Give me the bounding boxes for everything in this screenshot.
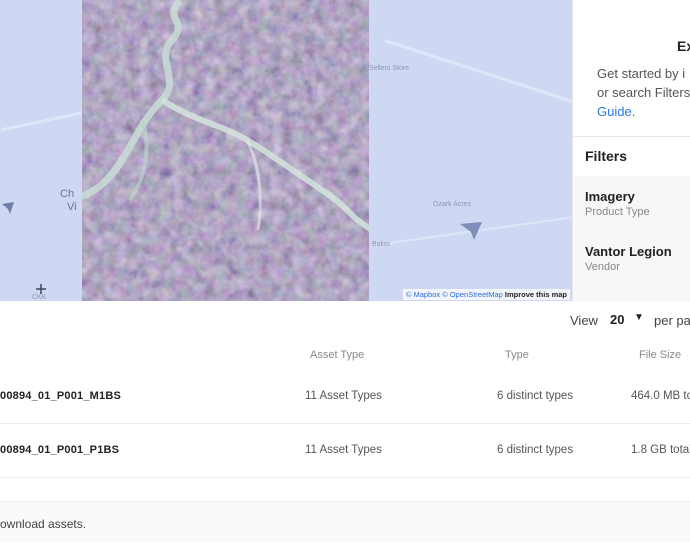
column-header-type[interactable]: Type	[505, 349, 529, 361]
description-line: or search Filters	[597, 85, 690, 100]
map-label: Vi	[67, 201, 77, 213]
caret-down-icon[interactable]: ▼	[634, 312, 644, 323]
asset-type-count: 11 Asset Types	[305, 444, 382, 456]
table-header: Asset Type Type File Size	[0, 341, 690, 372]
view-label: View	[570, 313, 598, 328]
map-label: Sellers Store	[369, 65, 410, 72]
filter-name: Imagery	[585, 189, 635, 204]
asset-type-count: 11 Asset Types	[305, 390, 382, 402]
footer-bar: ownload assets.	[0, 501, 690, 543]
file-size: 464.0 MB to	[631, 390, 690, 402]
description-line: Get started by i	[597, 66, 686, 81]
map-label: Ch	[60, 188, 75, 200]
panel-description: Get started by i or search Filters Guide…	[597, 64, 690, 121]
map-arrow-icon	[2, 202, 14, 214]
guide-link[interactable]: Guide	[597, 104, 632, 119]
file-size: 1.8 GB total	[631, 444, 690, 456]
map-attribution: © Mapbox © OpenStreetMap Improve this ma…	[402, 289, 570, 300]
map-road	[384, 39, 572, 104]
map-label: Baker	[372, 241, 391, 248]
airport-icon	[36, 284, 46, 294]
table-row[interactable]: 00894_01_P001_M1BS 11 Asset Types 6 dist…	[0, 371, 690, 424]
asset-name[interactable]: 00894_01_P001_M1BS	[0, 390, 121, 402]
type-count: 6 distinct types	[497, 444, 574, 456]
map-arrow-icon	[460, 222, 482, 240]
filter-category: Product Type	[585, 206, 650, 218]
panel-title: Ex	[677, 38, 690, 54]
map-label: Ozark Acres	[433, 201, 472, 208]
map-label: CKK	[32, 294, 47, 301]
pagination-bar: View 20 ▼ per pa	[0, 301, 690, 342]
satellite-imagery	[82, 0, 369, 301]
osm-link[interactable]: © OpenStreetMap	[442, 290, 503, 299]
app-window: Sellers Store Ozark Acres Baker Ch Vi CK…	[0, 0, 690, 550]
improve-map-link[interactable]: Improve this map	[505, 290, 567, 299]
column-header-asset-type[interactable]: Asset Type	[310, 349, 364, 361]
asset-name[interactable]: 00894_01_P001_P1BS	[0, 444, 119, 456]
page-size-select[interactable]: 20	[610, 312, 624, 327]
filters-heading: Filters	[585, 148, 628, 164]
filter-category: Vendor	[585, 261, 620, 273]
table-row[interactable]: 00894_01_P001_P1BS 11 Asset Types 6 dist…	[0, 425, 690, 478]
description-period: .	[631, 104, 636, 119]
type-count: 6 distinct types	[497, 390, 574, 402]
footer-message: ownload assets.	[0, 517, 87, 531]
filters-list: Imagery Product Type Vantor Legion Vendo…	[573, 176, 690, 301]
column-header-file-size[interactable]: File Size	[639, 349, 681, 361]
explore-panel: Ex Get started by i or search Filters Gu…	[572, 0, 690, 301]
map-road	[0, 111, 82, 132]
map-view[interactable]: Sellers Store Ozark Acres Baker Ch Vi CK…	[0, 0, 572, 301]
bottom-edge	[0, 542, 690, 550]
mapbox-link[interactable]: © Mapbox	[406, 290, 440, 299]
filter-name: Vantor Legion	[585, 244, 672, 259]
per-page-label: per pa	[654, 313, 690, 328]
divider	[573, 136, 690, 137]
